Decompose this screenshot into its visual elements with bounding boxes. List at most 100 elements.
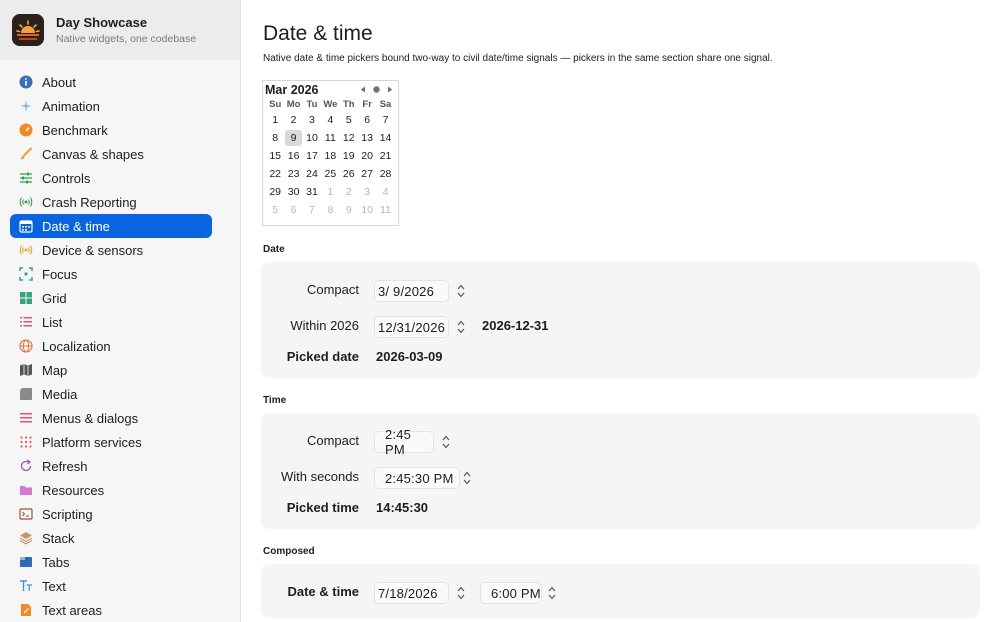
composed-time-field[interactable]: 6:00 PM xyxy=(480,582,542,604)
sidebar-item-label: Refresh xyxy=(42,458,88,474)
calendar-day[interactable]: 1 xyxy=(266,111,284,129)
time-seconds-stepper[interactable] xyxy=(461,467,473,489)
calendar-day-number: 3 xyxy=(309,114,315,126)
calendar-picker[interactable]: Mar 2026 Su Mo Tu We Th Fr Sa 1 2 3 4 5 6 7 8 9 10 11 12 13… xyxy=(262,80,399,226)
sidebar-item-focus[interactable]: Focus xyxy=(10,262,212,286)
calendar-day-number: 29 xyxy=(269,186,282,198)
main-content: Date & time Native date & time pickers b… xyxy=(261,0,980,618)
calendar-day-number: 4 xyxy=(327,114,334,126)
time-compact-stepper[interactable] xyxy=(440,431,452,453)
calendar-day[interactable]: 19 xyxy=(340,147,358,165)
sidebar-item-scripting[interactable]: Scripting xyxy=(10,502,212,526)
calendar-day[interactable]: 7 xyxy=(303,201,321,219)
calendar-day[interactable]: 31 xyxy=(303,183,321,201)
calendar-day[interactable]: 4 xyxy=(321,111,339,129)
sidebar-item-localization[interactable]: Localization xyxy=(10,334,212,358)
calendar-day[interactable]: 13 xyxy=(358,129,376,147)
sidebar-item-controls[interactable]: Controls xyxy=(10,166,212,190)
weekday-header: Mo xyxy=(286,99,301,110)
calendar-day[interactable]: 8 xyxy=(266,129,284,147)
sidebar-item-grid[interactable]: Grid xyxy=(10,286,212,310)
date-compact-field[interactable]: 3/ 9/2026 xyxy=(374,280,449,302)
sidebar-item-menus-dialogs[interactable]: Menus & dialogs xyxy=(10,406,212,430)
composed-time-stepper[interactable] xyxy=(546,582,558,604)
calendar-day[interactable]: 16 xyxy=(284,147,302,165)
sidebar-item-resources[interactable]: Resources xyxy=(10,478,212,502)
sidebar-item-map[interactable]: Map xyxy=(10,358,212,382)
sidebar-item-media[interactable]: Media xyxy=(10,382,212,406)
sidebar-item-device-sensors[interactable]: Device & sensors xyxy=(10,238,212,262)
today-dot-icon[interactable] xyxy=(373,86,380,93)
calendar-day-number: 22 xyxy=(269,168,282,180)
sidebar-item-text[interactable]: Text xyxy=(10,574,212,598)
calendar-day[interactable]: 5 xyxy=(266,201,284,219)
sidebar: Day Showcase Native widgets, one codebas… xyxy=(0,0,241,622)
sidebar-item-benchmark[interactable]: Benchmark xyxy=(10,118,212,142)
calendar-day-number: 7 xyxy=(309,204,315,216)
sidebar-item-list[interactable]: List xyxy=(10,310,212,334)
sidebar-item-label: Stack xyxy=(42,530,75,546)
calendar-day[interactable]: 7 xyxy=(376,111,394,129)
calendar-day[interactable]: 6 xyxy=(284,201,302,219)
calendar-day-number: 6 xyxy=(364,114,371,126)
calendar-day[interactable]: 28 xyxy=(376,165,394,183)
sidebar-item-refresh[interactable]: Refresh xyxy=(10,454,212,478)
calendar-day[interactable]: 30 xyxy=(284,183,302,201)
date-compact-stepper[interactable] xyxy=(455,280,467,302)
date-within-field[interactable]: 12/31/2026 xyxy=(374,316,449,338)
calendar-day[interactable]: 11 xyxy=(321,129,339,147)
viewfinder-icon xyxy=(19,267,33,281)
time-seconds-field[interactable]: 2:45:30 PM xyxy=(374,467,460,489)
calendar-day[interactable]: 27 xyxy=(358,165,376,183)
sidebar-item-canvas-shapes[interactable]: Canvas & shapes xyxy=(10,142,212,166)
calendar-day-number: 20 xyxy=(361,150,373,162)
sidebar-item-platform-services[interactable]: Platform services xyxy=(10,430,212,454)
sidebar-item-label: Animation xyxy=(42,98,100,114)
calendar-day[interactable]: 3 xyxy=(358,183,376,201)
calendar-day[interactable]: 4 xyxy=(376,183,394,201)
calendar-day[interactable]: 29 xyxy=(266,183,284,201)
calendar-day[interactable]: 21 xyxy=(376,147,394,165)
calendar-day[interactable]: 3 xyxy=(303,111,321,129)
calendar-day[interactable]: 5 xyxy=(340,111,358,129)
calendar-day[interactable]: 24 xyxy=(303,165,321,183)
calendar-day[interactable]: 20 xyxy=(358,147,376,165)
calendar-day-number: 25 xyxy=(324,168,337,180)
calendar-day[interactable]: 9 xyxy=(340,201,358,219)
composed-date-field[interactable]: 7/18/2026 xyxy=(374,582,449,604)
calendar-day[interactable]: 6 xyxy=(358,111,376,129)
calendar-day[interactable]: 2 xyxy=(284,111,302,129)
calendar-day[interactable]: 8 xyxy=(321,201,339,219)
calendar-day[interactable]: 23 xyxy=(284,165,302,183)
date-within-stepper[interactable] xyxy=(455,316,467,338)
calendar-day[interactable]: 10 xyxy=(358,201,376,219)
calendar-day[interactable]: 1 xyxy=(321,183,339,201)
calendar-day-number: 8 xyxy=(272,132,279,144)
sidebar-item-tabs[interactable]: Tabs xyxy=(10,550,212,574)
page-description: Native date & time pickers bound two-way… xyxy=(263,53,773,64)
time-compact-field[interactable]: 2:45 PM xyxy=(374,427,434,457)
time-compact-label: Compact xyxy=(306,433,359,448)
sidebar-item-animation[interactable]: Animation xyxy=(10,94,212,118)
sidebar-item-date-time[interactable]: Date & time xyxy=(10,214,212,238)
calendar-day[interactable]: 22 xyxy=(266,165,284,183)
calendar-day-selected[interactable]: 9 xyxy=(284,129,303,147)
calendar-day[interactable]: 15 xyxy=(266,147,284,165)
calendar-day[interactable]: 2 xyxy=(340,183,358,201)
calendar-day[interactable]: 11 xyxy=(376,201,394,219)
calendar-day[interactable]: 17 xyxy=(303,147,321,165)
calendar-day[interactable]: 26 xyxy=(340,165,358,183)
calendar-day[interactable]: 25 xyxy=(321,165,339,183)
sidebar-item-about[interactable]: About xyxy=(10,70,212,94)
calendar-day[interactable]: 12 xyxy=(340,129,358,147)
calendar-day[interactable]: 18 xyxy=(321,147,339,165)
next-month-icon[interactable] xyxy=(387,86,393,93)
sidebar-item-text-areas[interactable]: Text areas xyxy=(10,598,212,622)
sidebar-item-stack[interactable]: Stack xyxy=(10,526,212,550)
calendar-day-number: 17 xyxy=(306,150,318,162)
sidebar-item-crash-reporting[interactable]: Crash Reporting xyxy=(10,190,212,214)
composed-date-stepper[interactable] xyxy=(455,582,467,604)
previous-month-icon[interactable] xyxy=(360,86,366,93)
calendar-day[interactable]: 10 xyxy=(303,129,321,147)
calendar-day[interactable]: 14 xyxy=(376,129,394,147)
